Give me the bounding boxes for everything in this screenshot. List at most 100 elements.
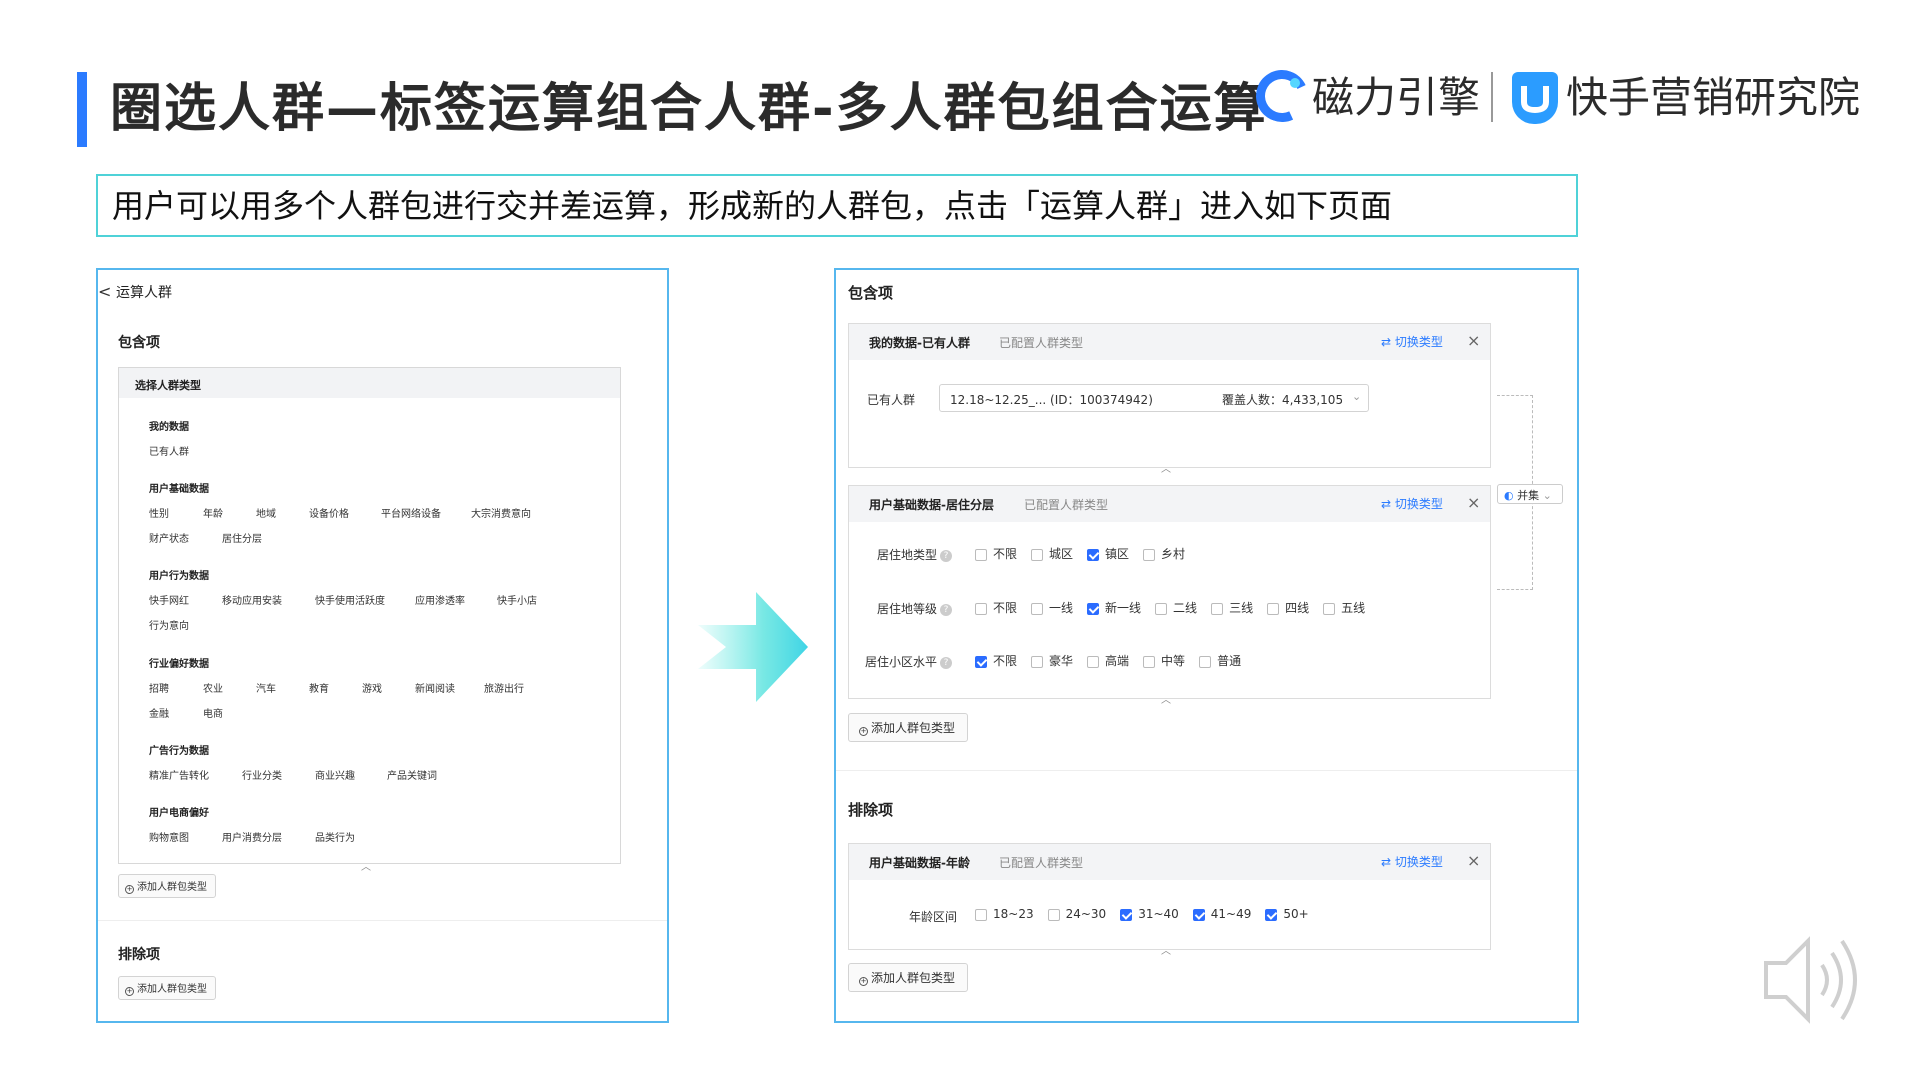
switch-type-button[interactable]: ⇄ 切换类型 xyxy=(1381,495,1443,512)
category-option[interactable]: 商业兴趣 xyxy=(315,767,355,782)
category-option[interactable]: 旅游出行 xyxy=(484,680,524,695)
checkbox-icon[interactable] xyxy=(975,548,987,561)
checkbox-checked-icon[interactable] xyxy=(1087,602,1100,615)
speaker-icon[interactable] xyxy=(1756,925,1866,1035)
checkbox-checked-icon[interactable] xyxy=(1265,908,1278,921)
checkbox-checked-icon[interactable] xyxy=(1120,908,1133,921)
category-option[interactable]: 快手小店 xyxy=(497,592,537,607)
category-option[interactable]: 品类行为 xyxy=(315,829,355,844)
help-icon[interactable]: ? xyxy=(940,604,953,616)
checkbox-option[interactable]: 18~23 xyxy=(975,907,1034,921)
chevron-down-icon: ⌄ xyxy=(1352,390,1362,403)
category-option[interactable]: 大宗消费意向 xyxy=(471,505,531,520)
collapse-chevron-icon[interactable]: ︿ xyxy=(1161,691,1171,706)
checkbox-icon[interactable] xyxy=(975,602,987,615)
checkbox-option[interactable]: 不限 xyxy=(975,547,1017,561)
checkbox-option[interactable]: 豪华 xyxy=(1031,654,1073,668)
checkbox-option[interactable]: 不限 xyxy=(975,654,1017,668)
category-option[interactable]: 移动应用安装 xyxy=(222,592,282,607)
category-option[interactable]: 快手网红 xyxy=(149,592,189,607)
checkbox-option[interactable]: 三线 xyxy=(1211,601,1253,615)
category-option[interactable]: 购物意图 xyxy=(149,829,189,844)
add-audience-type-button[interactable]: + 添加人群包类型 xyxy=(848,713,969,742)
category-option[interactable]: 性别 xyxy=(149,505,169,520)
checkbox-option[interactable]: 城区 xyxy=(1031,547,1073,561)
add-exclude-audience-type-button[interactable]: + 添加人群包类型 xyxy=(118,976,216,1000)
category-title: 行业偏好数据 xyxy=(149,659,209,670)
checkbox-icon[interactable] xyxy=(1031,655,1044,668)
switch-type-button[interactable]: ⇄ 切换类型 xyxy=(1381,333,1443,350)
checkbox-icon[interactable] xyxy=(1143,548,1156,561)
checkbox-option[interactable]: 高端 xyxy=(1087,654,1129,668)
checkbox-option[interactable]: 31~40 xyxy=(1120,907,1179,921)
checkbox-option[interactable]: 24~30 xyxy=(1047,907,1106,921)
checkbox-icon[interactable] xyxy=(1031,548,1044,561)
category-option[interactable]: 年龄 xyxy=(203,505,223,520)
checkbox-icon[interactable] xyxy=(1143,655,1156,668)
close-icon[interactable]: × xyxy=(1467,493,1480,512)
add-audience-type-button[interactable]: + 添加人群包类型 xyxy=(118,874,216,898)
category-option[interactable]: 教育 xyxy=(309,680,329,695)
category-option[interactable]: 设备价格 xyxy=(309,505,349,520)
checkbox-option[interactable]: 镇区 xyxy=(1087,547,1129,561)
checkbox-icon[interactable] xyxy=(1323,602,1336,615)
close-icon[interactable]: × xyxy=(1467,851,1480,870)
back-icon[interactable]: < xyxy=(98,282,111,301)
category-option[interactable]: 居住分层 xyxy=(222,530,262,545)
checkbox-checked-icon[interactable] xyxy=(975,655,987,668)
category-option[interactable]: 产品关键词 xyxy=(387,767,437,782)
category-option[interactable]: 电商 xyxy=(203,705,223,720)
checkbox-icon[interactable] xyxy=(975,908,987,921)
checkbox-option[interactable]: 41~49 xyxy=(1192,907,1251,921)
checkbox-option[interactable]: 新一线 xyxy=(1087,601,1141,615)
checkbox-icon[interactable] xyxy=(1155,602,1168,615)
category-option[interactable]: 地域 xyxy=(256,505,276,520)
cili-logo-dot xyxy=(1290,78,1300,88)
checkbox-checked-icon[interactable] xyxy=(1192,908,1205,921)
checkbox-option[interactable]: 普通 xyxy=(1199,654,1241,668)
category-option[interactable]: 游戏 xyxy=(362,680,382,695)
collapse-chevron-icon[interactable]: ︿ xyxy=(361,858,371,873)
category-option[interactable]: 已有人群 xyxy=(149,443,189,458)
checkbox-option[interactable]: 一线 xyxy=(1031,601,1073,615)
category-option[interactable]: 快手使用活跃度 xyxy=(315,592,385,607)
close-icon[interactable]: × xyxy=(1467,331,1480,350)
category-option[interactable]: 应用渗透率 xyxy=(415,592,465,607)
category-option[interactable]: 农业 xyxy=(203,680,223,695)
card-subtitle: 已配置人群类型 xyxy=(999,856,1084,870)
category-option[interactable]: 金融 xyxy=(149,705,169,720)
category-option[interactable]: 平台网络设备 xyxy=(381,505,441,520)
checkbox-option[interactable]: 四线 xyxy=(1267,601,1309,615)
checkbox-icon[interactable] xyxy=(1031,602,1044,615)
card-subtitle: 已配置人群类型 xyxy=(999,336,1084,350)
existing-audience-select[interactable]: 12.18~12.25_... (ID：100374942) 覆盖人数：4,43… xyxy=(939,384,1369,412)
checkbox-checked-icon[interactable] xyxy=(1087,548,1100,561)
chevron-down-icon: ⌄ xyxy=(1542,489,1552,502)
switch-type-button[interactable]: ⇄ 切换类型 xyxy=(1381,853,1443,870)
collapse-chevron-icon[interactable]: ︿ xyxy=(1161,460,1171,475)
checkbox-option[interactable]: 中等 xyxy=(1143,654,1185,668)
add-exclude-audience-type-button[interactable]: + 添加人群包类型 xyxy=(848,963,969,992)
union-select[interactable]: ◐ 并集 ⌄ xyxy=(1497,484,1563,504)
checkbox-icon[interactable] xyxy=(1211,602,1224,615)
checkbox-icon[interactable] xyxy=(1267,602,1280,615)
checkbox-option[interactable]: 五线 xyxy=(1323,601,1365,615)
checkbox-option[interactable]: 乡村 xyxy=(1143,547,1185,561)
category-option[interactable]: 汽车 xyxy=(256,680,276,695)
checkbox-icon[interactable] xyxy=(1087,655,1100,668)
checkbox-option[interactable]: 二线 xyxy=(1155,601,1197,615)
checkbox-option[interactable]: 50+ xyxy=(1265,907,1309,921)
help-icon[interactable]: ? xyxy=(940,657,953,669)
checkbox-icon[interactable] xyxy=(1199,655,1212,668)
category-option[interactable]: 财产状态 xyxy=(149,530,189,545)
collapse-chevron-icon[interactable]: ︿ xyxy=(1161,942,1171,957)
checkbox-option[interactable]: 不限 xyxy=(975,601,1017,615)
category-option[interactable]: 用户消费分层 xyxy=(222,829,282,844)
category-option[interactable]: 招聘 xyxy=(149,680,169,695)
category-option[interactable]: 精准广告转化 xyxy=(149,767,209,782)
category-option[interactable]: 行为意向 xyxy=(149,617,189,632)
help-icon[interactable]: ? xyxy=(940,550,953,562)
category-option[interactable]: 行业分类 xyxy=(242,767,282,782)
checkbox-icon[interactable] xyxy=(1047,908,1060,921)
category-option[interactable]: 新闻阅读 xyxy=(415,680,455,695)
